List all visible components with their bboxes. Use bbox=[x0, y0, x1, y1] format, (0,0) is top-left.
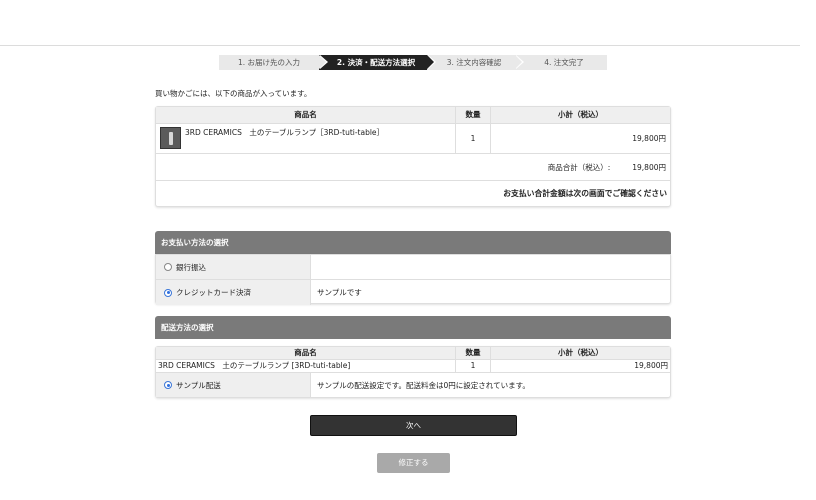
product-subtotal: 19,800円 bbox=[634, 361, 668, 370]
step-payment-shipping: 2. 決済・配送方法選択 bbox=[319, 55, 436, 70]
cart-table-header: 商品名 数量 小計（税込） bbox=[156, 107, 670, 124]
header-subtotal: 小計（税込） bbox=[558, 348, 603, 357]
product-thumbnail bbox=[160, 127, 181, 149]
header-subtotal: 小計（税込） bbox=[558, 110, 603, 119]
radio-credit-card[interactable] bbox=[164, 288, 172, 297]
payment-option-desc bbox=[311, 255, 670, 279]
header-product-name: 商品名 bbox=[156, 347, 456, 359]
shipping-method-sample[interactable]: サンプル配送 サンプルの配送設定です。配送料金は0円に設定されています。 bbox=[156, 373, 670, 397]
shipping-table: 商品名 数量 小計（税込） 3RD CERAMICS 土のテーブルランプ [3R… bbox=[155, 346, 671, 398]
step-complete: 4. 注文完了 bbox=[515, 55, 607, 70]
shipping-table-header: 商品名 数量 小計（税込） bbox=[156, 347, 670, 360]
radio-sample-shipping[interactable] bbox=[164, 381, 172, 389]
payment-section-heading: お支払い方法の選択 bbox=[155, 231, 671, 254]
shipping-section-heading: 配送方法の選択 bbox=[155, 316, 671, 339]
payment-option-label: 銀行振込 bbox=[176, 262, 206, 272]
edit-button[interactable]: 修正する bbox=[377, 453, 450, 473]
payment-note: お支払い合計金額は次の画面でご確認ください bbox=[503, 189, 667, 198]
header-quantity: 数量 bbox=[456, 347, 491, 359]
table-row: 3RD CERAMICS 土のテーブルランプ [3RD-tuti-table] … bbox=[156, 360, 670, 373]
shipping-method-desc: サンプルの配送設定です。配送料金は0円に設定されています。 bbox=[317, 380, 530, 390]
step-label: 4. 注文完了 bbox=[544, 58, 584, 67]
cart-intro-text: 買い物かごには、以下の商品が入っています。 bbox=[155, 89, 312, 98]
payment-option-credit-card[interactable]: クレジットカード決済 サンプルです bbox=[156, 280, 670, 305]
cart-table: 商品名 数量 小計（税込） 3RD CERAMICS 土のテーブルランプ［3RD… bbox=[155, 106, 671, 207]
step-address: 1. お届け先の入力 bbox=[219, 55, 328, 70]
product-subtotal: 19,800円 bbox=[632, 134, 666, 143]
table-row: 3RD CERAMICS 土のテーブルランプ［3RD-tuti-table］ 1… bbox=[156, 124, 670, 154]
header-product-name: 商品名 bbox=[156, 107, 456, 123]
next-button[interactable]: 次へ bbox=[310, 415, 517, 436]
header-divider bbox=[0, 45, 800, 46]
header-quantity: 数量 bbox=[456, 107, 491, 123]
payment-option-bank[interactable]: 銀行振込 bbox=[156, 255, 670, 280]
radio-bank-transfer[interactable] bbox=[164, 263, 172, 271]
shipping-method-label: サンプル配送 bbox=[176, 380, 221, 390]
cart-total-label: 商品合計（税込）: bbox=[547, 162, 611, 172]
step-label: 2. 決済・配送方法選択 bbox=[336, 58, 416, 67]
payment-option-label: クレジットカード決済 bbox=[176, 288, 251, 297]
payment-option-desc: サンプルです bbox=[317, 288, 362, 297]
product-name: 3RD CERAMICS 土のテーブルランプ [3RD-tuti-table] bbox=[156, 360, 456, 372]
step-label: 1. お届け先の入力 bbox=[237, 58, 301, 67]
product-quantity: 1 bbox=[456, 360, 491, 372]
cart-total-value: 19,800円 bbox=[632, 162, 666, 172]
step-label: 3. 注文内容確認 bbox=[446, 58, 502, 67]
cart-total-row: 商品合計（税込）: 19,800円 bbox=[156, 154, 670, 181]
step-confirm: 3. 注文内容確認 bbox=[427, 55, 524, 70]
product-quantity: 1 bbox=[456, 124, 491, 153]
payment-options: 銀行振込 クレジットカード決済 サンプルです bbox=[155, 254, 671, 305]
checkout-steps: 1. お届け先の入力 2. 決済・配送方法選択 3. 注文内容確認 4. 注文完… bbox=[219, 55, 607, 70]
product-name: 3RD CERAMICS 土のテーブルランプ［3RD-tuti-table］ bbox=[185, 128, 385, 137]
